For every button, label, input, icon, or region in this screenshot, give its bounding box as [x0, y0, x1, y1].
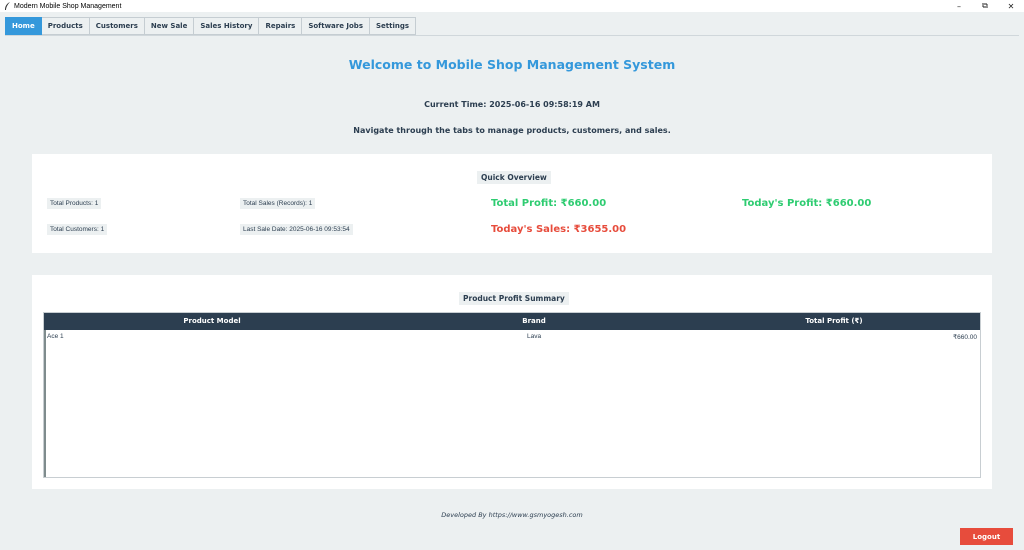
- tab-divider: [5, 35, 1019, 36]
- close-icon[interactable]: ✕: [998, 0, 1024, 12]
- developer-credit: Developed By https://www.gsmyogesh.com: [441, 511, 583, 519]
- profit-table[interactable]: Product Model Brand Total Profit (₹) Ace…: [43, 312, 981, 478]
- page-title: Welcome to Mobile Shop Management System: [348, 57, 676, 72]
- column-header-product-model[interactable]: Product Model: [44, 313, 380, 330]
- tab-settings[interactable]: Settings: [370, 17, 417, 35]
- tab-customers[interactable]: Customers: [89, 17, 145, 35]
- total-profit-stat: Total Profit: ₹660.00: [491, 198, 607, 209]
- minimize-icon[interactable]: –: [946, 0, 972, 12]
- cell-brand: Lava: [527, 333, 542, 340]
- table-left-border: [44, 330, 46, 477]
- logout-button[interactable]: Logout: [960, 528, 1013, 545]
- profit-summary-title: Product Profit Summary: [459, 292, 569, 305]
- tab-bar: Home Products Customers New Sale Sales H…: [5, 17, 417, 35]
- quick-overview-card: Quick Overview Total Products: 1 Total S…: [32, 154, 992, 253]
- table-header: Product Model Brand Total Profit (₹): [44, 313, 980, 330]
- total-sales-stat: Total Sales (Records): 1: [240, 198, 316, 209]
- navigation-hint: Navigate through the tabs to manage prod…: [353, 126, 671, 135]
- maximize-icon[interactable]: ⧉: [972, 0, 998, 12]
- total-products-stat: Total Products: 1: [47, 198, 102, 209]
- current-time: Current Time: 2025-06-16 09:58:19 AM: [424, 100, 600, 109]
- tab-repairs[interactable]: Repairs: [259, 17, 303, 35]
- tab-sales-history[interactable]: Sales History: [194, 17, 260, 35]
- tab-products[interactable]: Products: [41, 17, 90, 35]
- cell-product-model: Ace 1: [47, 333, 64, 340]
- tab-home[interactable]: Home: [5, 17, 42, 35]
- tab-software-jobs[interactable]: Software Jobs: [302, 17, 370, 35]
- product-profit-card: Product Profit Summary Product Model Bra…: [32, 275, 992, 489]
- todays-profit-stat: Today's Profit: ₹660.00: [742, 198, 872, 209]
- column-header-total-profit[interactable]: Total Profit (₹): [688, 313, 980, 330]
- last-sale-date-stat: Last Sale Date: 2025-06-16 09:53:54: [240, 224, 353, 235]
- tab-new-sale[interactable]: New Sale: [144, 17, 195, 35]
- window-titlebar: Modern Mobile Shop Management – ⧉ ✕: [0, 0, 1024, 12]
- quick-overview-title: Quick Overview: [477, 171, 551, 184]
- window-controls: – ⧉ ✕: [946, 0, 1024, 12]
- todays-sales-stat: Today's Sales: ₹3655.00: [491, 224, 627, 235]
- column-header-brand[interactable]: Brand: [380, 313, 688, 330]
- window-title: Modern Mobile Shop Management: [14, 2, 122, 10]
- cell-total-profit: ₹660.00: [952, 334, 977, 341]
- feather-icon: [3, 1, 11, 11]
- total-customers-stat: Total Customers: 1: [47, 224, 108, 235]
